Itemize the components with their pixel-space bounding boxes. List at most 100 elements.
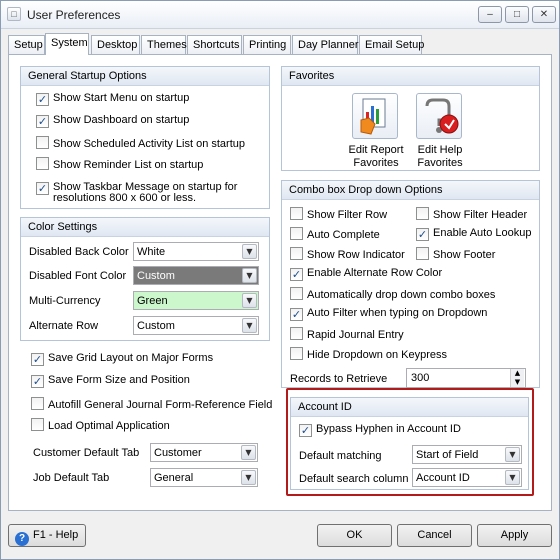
show-taskbar-message-label-line2: resolutions 800 x 600 or less. <box>53 192 197 204</box>
save-grid-layout-checkbox[interactable]: ✓ <box>31 353 44 366</box>
autofill-journal-checkbox[interactable] <box>31 397 44 410</box>
user-preferences-window: □ User Preferences – □ ✕ Setup System De… <box>0 0 560 560</box>
edit-report-favorites-label-line2: Favorites <box>353 157 399 169</box>
show-footer-label: Show Footer <box>433 249 496 261</box>
favorites-header: Favorites <box>282 67 539 86</box>
spin-down-icon[interactable]: ▼ <box>510 378 524 387</box>
disabled-back-color-value: White <box>137 246 166 258</box>
autofill-journal-label: Autofill General Journal Form-Reference … <box>48 399 273 411</box>
edit-report-favorites-label: Edit Report Favorites <box>344 144 408 170</box>
tab-setup[interactable]: Setup <box>8 35 45 54</box>
chevron-down-icon[interactable]: ▼ <box>242 293 257 308</box>
help-button[interactable]: ? F1 - Help <box>8 524 86 547</box>
show-footer-checkbox[interactable] <box>416 247 429 260</box>
edit-help-favorites-label-line1: Edit Help <box>417 144 463 156</box>
show-filter-header-checkbox[interactable] <box>416 207 429 220</box>
disabled-font-color-select[interactable]: Custom ▼ <box>133 266 259 285</box>
rapid-journal-entry-checkbox[interactable] <box>290 327 303 340</box>
autofill-journal-option[interactable]: Autofill General Journal Form-Reference … <box>31 397 272 413</box>
enable-alternate-row-color-option[interactable]: ✓ Enable Alternate Row Color <box>290 267 442 283</box>
maximize-button[interactable]: □ <box>505 6 529 23</box>
window-title: User Preferences <box>27 8 121 22</box>
auto-drop-down-option[interactable]: Automatically drop down combo boxes <box>290 287 495 303</box>
auto-filter-label: Auto Filter when typing on Dropdown <box>307 307 488 319</box>
save-form-size-checkbox[interactable]: ✓ <box>31 375 44 388</box>
chevron-down-icon[interactable]: ▼ <box>241 445 256 460</box>
favorites-group: Favorites Edit Report Favorites Edit Hel… <box>281 66 540 171</box>
tab-shortcuts[interactable]: Shortcuts <box>187 35 242 54</box>
show-filter-header-label: Show Filter Header <box>433 209 528 221</box>
load-optimal-application-checkbox[interactable] <box>31 418 44 431</box>
show-scheduled-activity-checkbox[interactable] <box>36 136 49 149</box>
show-taskbar-message-checkbox[interactable]: ✓ <box>36 182 49 195</box>
spin-up-icon[interactable]: ▲ <box>510 369 524 378</box>
show-start-menu-checkbox[interactable]: ✓ <box>36 93 49 106</box>
show-filter-row-checkbox[interactable] <box>290 207 303 220</box>
tab-system[interactable]: System <box>45 33 89 55</box>
tab-themes[interactable]: Themes <box>141 35 187 54</box>
job-default-tab-label: Job Default Tab <box>33 472 110 484</box>
save-grid-layout-option[interactable]: ✓ Save Grid Layout on Major Forms <box>31 352 213 368</box>
auto-filter-checkbox[interactable]: ✓ <box>290 308 303 321</box>
tab-desktop[interactable]: Desktop <box>91 35 140 54</box>
show-row-indicator-checkbox[interactable] <box>290 247 303 260</box>
chevron-down-icon[interactable]: ▼ <box>242 318 257 333</box>
show-dashboard-option[interactable]: ✓ Show Dashboard on startup <box>36 114 189 130</box>
apply-button[interactable]: Apply <box>477 524 552 547</box>
account-id-highlight <box>286 388 534 496</box>
enable-alternate-row-color-checkbox[interactable]: ✓ <box>290 268 303 281</box>
help-favorites-icon <box>425 98 459 134</box>
close-button[interactable]: ✕ <box>532 6 556 23</box>
show-dashboard-label: Show Dashboard on startup <box>53 114 190 126</box>
show-row-indicator-label: Show Row Indicator <box>307 249 405 261</box>
show-reminder-list-checkbox[interactable] <box>36 157 49 170</box>
show-filter-row-option[interactable]: Show Filter Row <box>290 207 387 223</box>
rapid-journal-entry-option[interactable]: Rapid Journal Entry <box>290 327 404 343</box>
show-reminder-list-label: Show Reminder List on startup <box>53 159 204 171</box>
edit-report-favorites-button[interactable] <box>352 93 398 139</box>
auto-filter-option[interactable]: ✓ Auto Filter when typing on Dropdown <box>290 307 487 323</box>
tab-email-setup[interactable]: Email Setup <box>359 35 424 54</box>
tab-day-planner[interactable]: Day Planner <box>292 35 359 54</box>
records-to-retrieve-spinner[interactable]: 300 ▲ ▼ <box>406 368 526 388</box>
edit-help-favorites-button[interactable] <box>416 93 462 139</box>
chevron-down-icon[interactable]: ▼ <box>241 470 256 485</box>
alternate-row-label: Alternate Row <box>29 320 99 332</box>
show-dashboard-checkbox[interactable]: ✓ <box>36 115 49 128</box>
hide-dropdown-checkbox[interactable] <box>290 347 303 360</box>
auto-complete-checkbox[interactable] <box>290 227 303 240</box>
enable-auto-lookup-checkbox[interactable]: ✓ <box>416 228 429 241</box>
hide-dropdown-option[interactable]: Hide Dropdown on Keypress <box>290 347 447 363</box>
alternate-row-select[interactable]: Custom ▼ <box>133 316 259 335</box>
show-footer-option[interactable]: Show Footer <box>416 247 495 263</box>
load-optimal-application-option[interactable]: Load Optimal Application <box>31 418 170 434</box>
multi-currency-value: Green <box>137 295 168 307</box>
records-to-retrieve-label: Records to Retrieve <box>290 373 388 385</box>
show-filter-header-option[interactable]: Show Filter Header <box>416 207 527 223</box>
show-row-indicator-option[interactable]: Show Row Indicator <box>290 247 405 263</box>
job-default-tab-select[interactable]: General ▼ <box>150 468 258 487</box>
job-default-tab-value: General <box>154 472 194 484</box>
minimize-button[interactable]: – <box>478 6 502 23</box>
show-start-menu-option[interactable]: ✓ Show Start Menu on startup <box>36 92 189 108</box>
ok-button[interactable]: OK <box>317 524 392 547</box>
show-filter-row-label: Show Filter Row <box>307 209 388 221</box>
customer-default-tab-select[interactable]: Customer ▼ <box>150 443 258 462</box>
app-icon: □ <box>7 7 21 21</box>
save-form-size-option[interactable]: ✓ Save Form Size and Position <box>31 374 190 390</box>
tab-printing[interactable]: Printing <box>243 35 291 54</box>
multi-currency-select[interactable]: Green ▼ <box>133 291 259 310</box>
auto-drop-down-checkbox[interactable] <box>290 287 303 300</box>
show-scheduled-activity-option[interactable]: Show Scheduled Activity List on startup <box>36 136 245 152</box>
disabled-back-color-select[interactable]: White ▼ <box>133 242 259 261</box>
cancel-button[interactable]: Cancel <box>397 524 472 547</box>
color-settings-header: Color Settings <box>21 218 269 237</box>
chevron-down-icon[interactable]: ▼ <box>242 268 257 283</box>
chevron-down-icon[interactable]: ▼ <box>242 244 257 259</box>
show-reminder-list-option[interactable]: Show Reminder List on startup <box>36 157 203 173</box>
auto-drop-down-label: Automatically drop down combo boxes <box>307 289 496 301</box>
auto-complete-option[interactable]: Auto Complete <box>290 227 380 243</box>
enable-auto-lookup-option[interactable]: ✓ Enable Auto Lookup <box>416 227 531 243</box>
disabled-back-color-label: Disabled Back Color <box>29 246 129 258</box>
records-to-retrieve-value: 300 <box>411 372 430 384</box>
